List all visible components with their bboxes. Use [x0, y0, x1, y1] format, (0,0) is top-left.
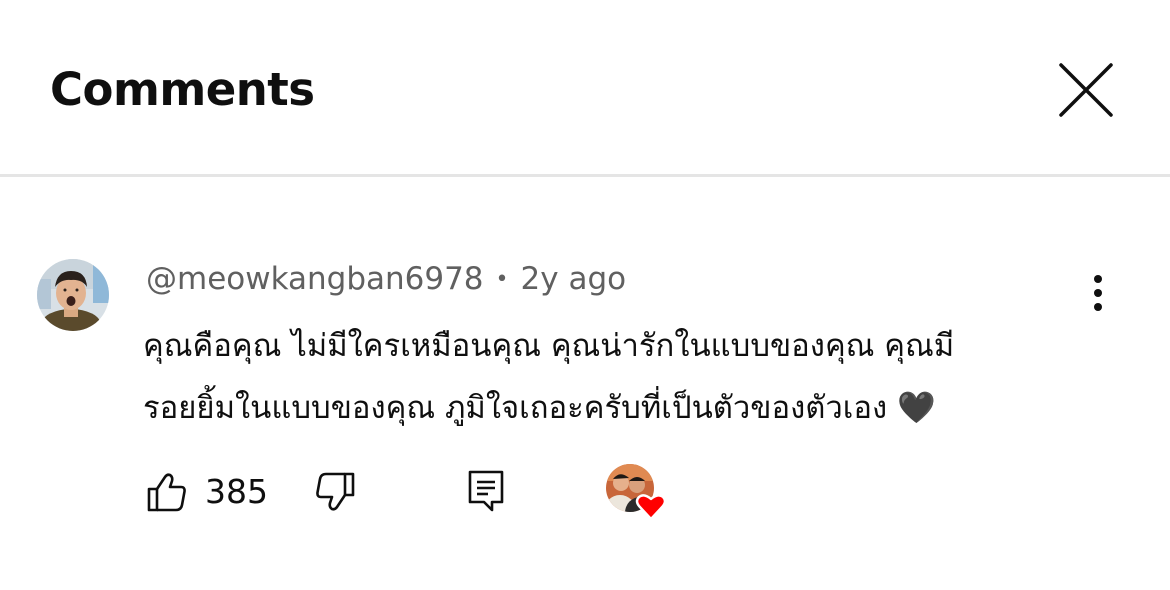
creator-heart-badge: [603, 461, 671, 523]
page-title: Comments: [50, 63, 315, 116]
more-vertical-icon: [1094, 275, 1102, 311]
more-options-button[interactable]: [1080, 273, 1116, 317]
close-button[interactable]: [1052, 56, 1120, 124]
like-count: 385: [205, 472, 268, 511]
avatar[interactable]: [37, 259, 109, 331]
comment-time: 2y ago: [520, 261, 627, 297]
comment-text: คุณคือคุณ ไม่มีใครเหมือนคุณ คุณน่ารักในแ…: [143, 315, 1073, 439]
comment-author[interactable]: @meowkangban6978: [146, 261, 484, 297]
like-button[interactable]: [146, 471, 188, 513]
close-icon: [1059, 63, 1113, 117]
dislike-button[interactable]: [314, 471, 356, 513]
comment-text-line-2: รอยยิ้มในแบบของคุณ ภูมิใจเถอะครับที่เป็น…: [143, 377, 1073, 439]
reply-button[interactable]: [466, 469, 506, 513]
black-heart-emoji: 🖤: [897, 390, 936, 426]
comment-text-line-1: คุณคือคุณ ไม่มีใครเหมือนคุณ คุณน่ารักในแ…: [143, 328, 955, 364]
comment-text-line-2-words: รอยยิ้มในแบบของคุณ ภูมิใจเถอะครับที่เป็น…: [143, 390, 888, 426]
meta-separator: •: [495, 267, 509, 292]
avatar-image: [37, 259, 109, 331]
thumbs-up-icon: [147, 473, 186, 512]
comments-header: Comments: [0, 0, 1170, 176]
reply-icon: [468, 470, 504, 512]
comment-actions: 385: [0, 464, 1170, 521]
creator-heart-icon: [606, 464, 667, 521]
comment-item: @meowkangban6978 • 2y ago คุณคือคุณ ไม่มีใ…: [0, 177, 1170, 590]
thumbs-down-icon: [316, 472, 355, 511]
comment-meta: @meowkangban6978 • 2y ago: [146, 259, 626, 299]
